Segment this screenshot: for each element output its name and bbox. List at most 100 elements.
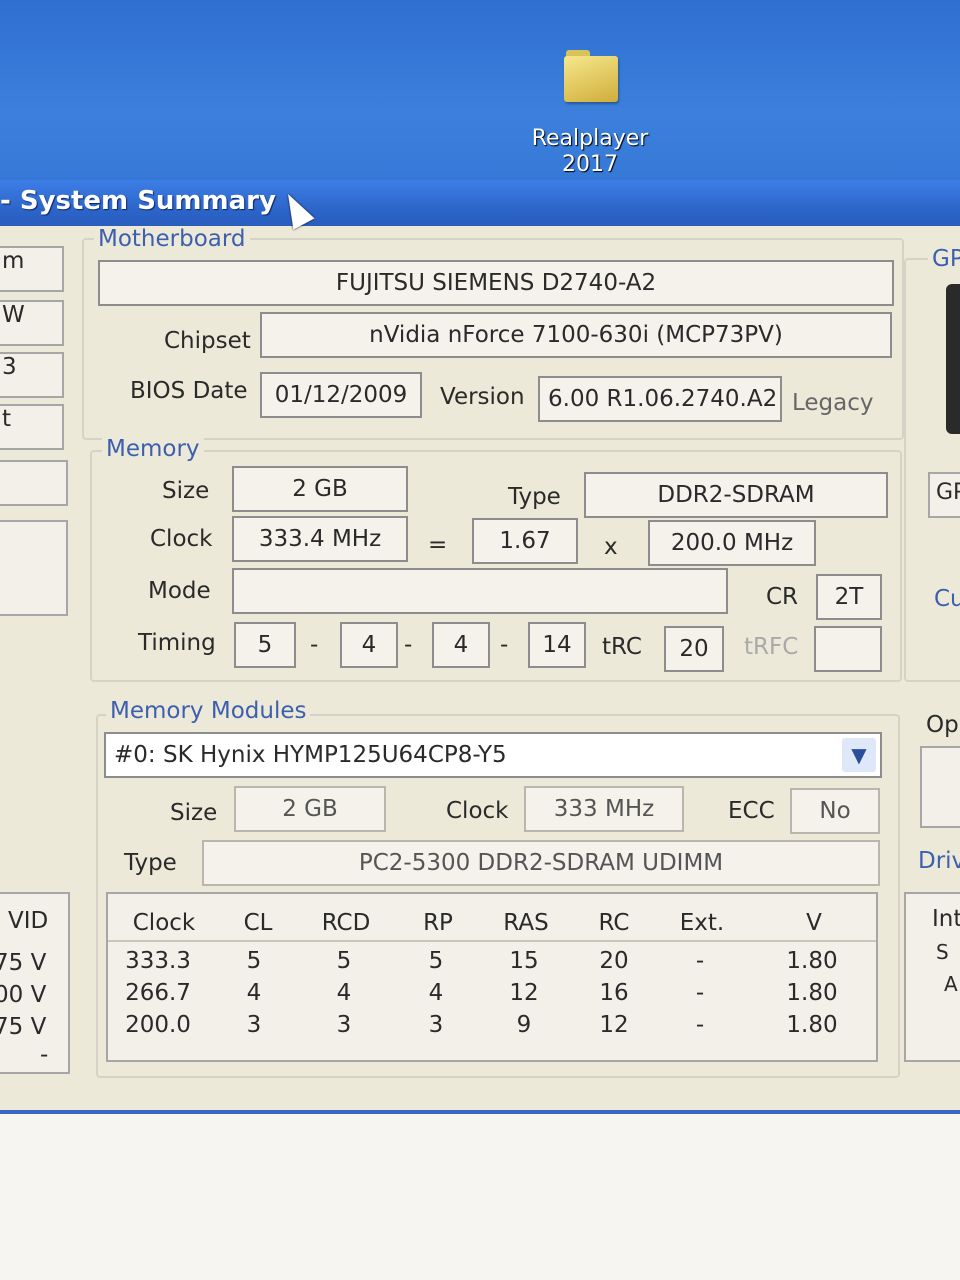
table-cell: 3 (246, 1012, 262, 1038)
table-cell: 16 (599, 980, 629, 1006)
table-cell: - (695, 948, 705, 974)
memory-modules-legend: Memory Modules (106, 698, 311, 724)
trc-field: 20 (664, 626, 724, 672)
bios-date-field: 01/12/2009 (260, 372, 422, 418)
drive-a-item: A (944, 972, 958, 996)
drive-int-header: Int (932, 906, 960, 932)
trfc-label: tRFC (744, 634, 799, 660)
vid-value: 75 V (0, 950, 47, 976)
motherboard-name-field: FUJITSU SIEMENS D2740-A2 (98, 260, 894, 306)
chipset-field: nVidia nForce 7100-630i (MCP73PV) (260, 312, 892, 358)
gpu-select[interactable]: GP (928, 472, 960, 518)
column-header-rc: RC (598, 910, 630, 936)
drive-panel: Int S A (904, 892, 960, 1062)
window-title: - System Summary (0, 186, 276, 216)
timing-label: Timing (138, 630, 216, 656)
bios-date-label: BIOS Date (130, 378, 248, 404)
timing-cl-field: 5 (234, 622, 296, 668)
table-cell: 4 (428, 980, 444, 1006)
table-cell: 9 (516, 1012, 532, 1038)
left-stub-field: m (0, 246, 64, 292)
table-cell: 15 (509, 948, 539, 974)
system-summary-window: - System Summary m W 3 t Motherboard FUJ… (0, 180, 960, 1114)
chevron-down-icon[interactable]: ▼ (842, 738, 876, 772)
module-type-field: PC2-5300 DDR2-SDRAM UDIMM (202, 840, 880, 886)
column-header-clock: Clock (132, 910, 196, 936)
gpu-legend: GP (928, 246, 960, 272)
timing-rcd-field: 4 (340, 622, 398, 668)
legacy-label: Legacy (792, 390, 874, 416)
drive-s-item: S (936, 940, 949, 964)
table-cell: 5 (428, 948, 444, 974)
table-cell: 5 (336, 948, 352, 974)
module-clock-field: 333 MHz (524, 786, 684, 832)
folder-icon (562, 48, 618, 102)
vid-header: VID (8, 908, 49, 934)
times-sign: x (604, 534, 618, 560)
table-cell: 1.80 (786, 980, 838, 1006)
cr-field: 2T (816, 574, 882, 620)
drive-legend: Driv (918, 848, 960, 874)
gpu-image (946, 284, 960, 434)
table-cell: 333.3 (125, 948, 191, 974)
op-label: Op (926, 712, 959, 738)
memory-type-label: Type (508, 484, 561, 510)
memory-clock-field: 333.4 MHz (232, 516, 408, 562)
module-size-label: Size (170, 800, 218, 826)
left-stub-field (0, 520, 68, 616)
desktop-icon-label: Realplayer 2017 (531, 126, 649, 177)
motherboard-legend: Motherboard (94, 226, 250, 252)
timing-ras-field: 14 (528, 622, 586, 668)
table-cell: 266.7 (125, 980, 191, 1006)
table-cell: - (695, 980, 705, 1006)
memory-mode-label: Mode (148, 578, 211, 604)
left-stub-field: W (0, 300, 64, 346)
trfc-field (814, 626, 882, 672)
column-header-v: V (806, 910, 822, 936)
os-field (920, 746, 960, 828)
table-cell: 5 (246, 948, 262, 974)
column-header-ras: RAS (503, 910, 549, 936)
screen-bottom-area (0, 1114, 960, 1280)
vid-value: 00 V (0, 982, 47, 1008)
table-cell: 4 (246, 980, 262, 1006)
timing-dash: - (310, 632, 319, 658)
module-type-label: Type (124, 850, 177, 876)
vid-value: - (40, 1042, 49, 1068)
current-legend: Cu (930, 586, 960, 612)
timing-dash: - (404, 632, 413, 658)
table-cell: 4 (336, 980, 352, 1006)
table-cell: - (695, 1012, 705, 1038)
module-select-value: #0: SK Hynix HYMP125U64CP8-Y5 (114, 742, 507, 768)
table-cell: 3 (336, 1012, 352, 1038)
memory-type-field: DDR2-SDRAM (584, 472, 888, 518)
timing-dash: - (500, 632, 509, 658)
table-cell: 1.80 (786, 948, 838, 974)
realplayer-desktop-icon[interactable]: Realplayer 2017 (520, 48, 660, 178)
fsb-field: 200.0 MHz (648, 520, 816, 566)
module-size-field: 2 GB (234, 786, 386, 832)
table-cell: 20 (599, 948, 629, 974)
table-cell: 3 (428, 1012, 444, 1038)
column-header-rcd: RCD (321, 910, 371, 936)
chipset-label: Chipset (164, 328, 251, 354)
column-header-cl: CL (243, 910, 273, 936)
equals-sign: = (428, 532, 448, 558)
column-header-rp: RP (423, 910, 453, 936)
ecc-field: No (790, 788, 880, 834)
spd-timing-table: Clock CL RCD RP RAS RC Ext. V 333.3 5 5 … (106, 892, 878, 1062)
memory-mode-field (232, 568, 728, 614)
left-stub-field: t (0, 404, 64, 450)
bios-version-field: 6.00 R1.06.2740.A2 (538, 376, 782, 422)
trc-label: tRC (602, 634, 642, 660)
vid-panel: VID 75 V 00 V 75 V - (0, 892, 70, 1074)
memory-legend: Memory (102, 436, 204, 462)
memory-size-field: 2 GB (232, 466, 408, 512)
desktop-background: Realplayer 2017 (0, 0, 960, 190)
memory-size-label: Size (162, 478, 210, 504)
module-select[interactable]: #0: SK Hynix HYMP125U64CP8-Y5 ▼ (104, 732, 882, 778)
multiplier-field: 1.67 (472, 518, 578, 564)
table-cell: 1.80 (786, 1012, 838, 1038)
title-bar[interactable]: - System Summary (0, 180, 960, 226)
vid-value: 75 V (0, 1014, 47, 1040)
